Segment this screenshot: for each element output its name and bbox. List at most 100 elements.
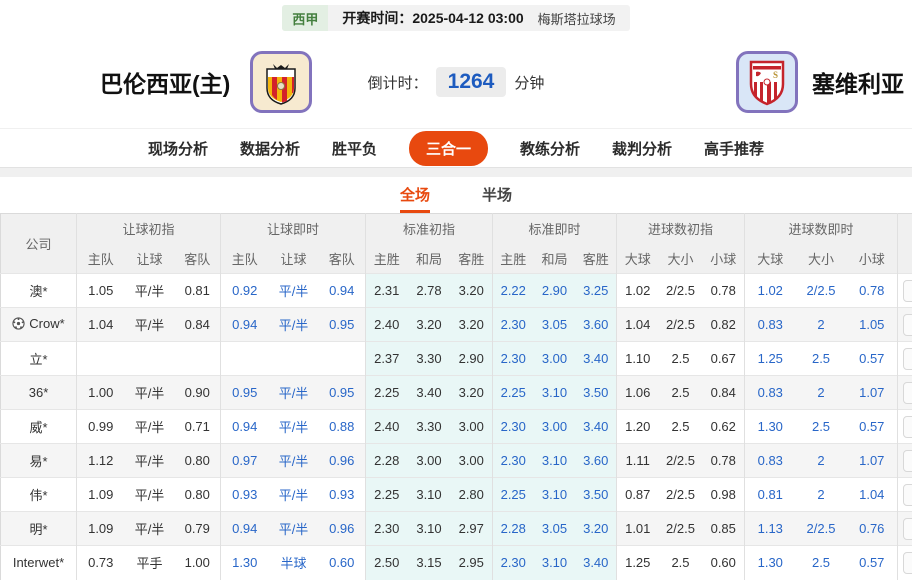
odds-cell-handicap_init: 1.05 — [76, 273, 125, 308]
odds-cell-handicap_init: 1.09 — [76, 511, 125, 546]
odds-cell-handicap_init: 平/半 — [124, 511, 175, 546]
odds-cell-goals_live: 0.78 — [846, 273, 898, 308]
subcol-away: 客队 — [174, 243, 221, 274]
odds-cell-std_init: 2.40 — [365, 409, 408, 444]
odds-cell-handicap_live: 0.60 — [318, 545, 366, 580]
odds-row: 威* 0.99 平/半 0.71 0.94 平/半 0.88 2.40 3.30 3.00 2.30… — [0, 409, 912, 444]
odds-cell-goals_live: 2/2.5 — [795, 273, 847, 308]
nav-three-in-one-active[interactable]: 三合一 — [408, 130, 488, 166]
odds-cell-goals_live: 0.81 — [744, 477, 796, 512]
odds-cell-handicap_live: 0.92 — [220, 273, 269, 308]
odds-cell-goals_init: 1.20 — [616, 409, 659, 444]
truncated-button[interactable] — [903, 415, 912, 438]
countdown-value: 1264 — [447, 70, 495, 93]
odds-cell-std_init: 3.30 — [407, 409, 451, 444]
soccer-ball-icon — [12, 317, 25, 333]
odds-cell-handicap_live: 1.30 — [220, 545, 269, 580]
odds-cell-handicap_live — [220, 341, 269, 376]
odds-row: 澳* 1.05 平/半 0.81 0.92 平/半 0.94 2.31 2.78 3.20 2.22… — [0, 273, 912, 308]
odds-cell-goals_live: 1.07 — [846, 443, 898, 478]
truncated-button[interactable] — [903, 517, 912, 540]
odds-cell-std_live: 2.28 — [492, 511, 534, 546]
odds-cell-goals_live: 1.30 — [744, 545, 796, 580]
odds-cell-std_live: 2.90 — [533, 273, 576, 308]
odds-cell-handicap_init: 0.99 — [76, 409, 125, 444]
odds-cell-goals_live: 0.57 — [846, 409, 898, 444]
odds-cell-std_init: 3.00 — [407, 443, 451, 478]
truncated-column-cell — [897, 477, 912, 512]
nav-expert-picks[interactable]: 高手推荐 — [704, 138, 764, 159]
odds-cell-handicap_init — [174, 341, 221, 376]
odds-cell-goals_init: 0.78 — [702, 273, 745, 308]
odds-row: Crow* 1.04 平/半 0.84 0.94 平/半 0.95 2.40 3.20 3.20 2… — [0, 307, 912, 342]
odds-cell-std_live: 2.22 — [492, 273, 534, 308]
truncated-button[interactable] — [903, 483, 912, 506]
countdown-value-box: 1264 — [435, 67, 507, 97]
bookmaker-name: 明* — [0, 511, 77, 546]
odds-cell-handicap_init: 0.79 — [174, 511, 221, 546]
odds-cell-std_init: 2.31 — [365, 273, 408, 308]
truncated-button[interactable] — [903, 381, 912, 404]
odds-cell-std_live: 2.30 — [492, 409, 534, 444]
odds-cell-std_init: 3.20 — [450, 273, 493, 308]
bookmaker-name: 伟* — [0, 477, 77, 512]
odds-cell-std_live: 3.50 — [575, 477, 617, 512]
nav-coach-analysis[interactable]: 教练分析 — [520, 138, 580, 159]
odds-cell-std_init: 3.00 — [450, 409, 493, 444]
bookmaker-name: 立* — [0, 341, 77, 376]
tab-full-match[interactable]: 全场 — [399, 184, 430, 213]
odds-cell-std_live: 2.30 — [492, 545, 534, 580]
odds-row: 36* 1.00 平/半 0.90 0.95 平/半 0.95 2.25 3.40 3.20 2.2… — [0, 375, 912, 410]
truncated-button[interactable] — [903, 551, 912, 574]
group-header-standard-live: 标准即时 — [492, 213, 617, 244]
nav-win-draw-lose[interactable]: 胜平负 — [332, 138, 377, 159]
odds-cell-handicap_init: 平/半 — [124, 375, 175, 410]
odds-cell-handicap_init: 1.00 — [174, 545, 221, 580]
odds-cell-std_init: 3.10 — [407, 477, 451, 512]
odds-cell-handicap_live: 平/半 — [268, 375, 319, 410]
subcol-over: 大球 — [744, 243, 796, 274]
odds-cell-std_live: 3.10 — [533, 375, 576, 410]
odds-row: 明* 1.09 平/半 0.79 0.94 平/半 0.96 2.30 3.10 2.97 2.28… — [0, 511, 912, 546]
odds-cell-goals_live: 2 — [795, 375, 847, 410]
odds-cell-handicap_live — [268, 341, 319, 376]
odds-cell-std_live: 3.05 — [533, 511, 576, 546]
odds-cell-std_init: 2.50 — [365, 545, 408, 580]
odds-cell-std_live: 3.40 — [575, 409, 617, 444]
odds-cell-handicap_init: 1.00 — [76, 375, 125, 410]
odds-cell-goals_init: 2/2.5 — [658, 511, 703, 546]
truncated-button[interactable] — [903, 347, 912, 370]
truncated-button[interactable] — [903, 313, 912, 336]
nav-referee-analysis[interactable]: 裁判分析 — [612, 138, 672, 159]
odds-cell-handicap_live: 半球 — [268, 545, 319, 580]
odds-cell-goals_init: 0.98 — [702, 477, 745, 512]
truncated-button[interactable] — [903, 449, 912, 472]
nav-data-analysis[interactable]: 数据分析 — [240, 138, 300, 159]
odds-cell-goals_live: 1.30 — [744, 409, 796, 444]
nav-live-analysis[interactable]: 现场分析 — [148, 138, 208, 159]
odds-cell-goals_live: 2 — [795, 477, 847, 512]
odds-cell-handicap_init: 0.71 — [174, 409, 221, 444]
table-group-header-row: 公司 让球初指 让球即时 标准初指 标准即时 进球数初指 进球数即时 — [0, 213, 912, 274]
truncated-button[interactable] — [903, 279, 912, 302]
bookmaker-name: Crow* — [0, 307, 77, 342]
tab-half-match[interactable]: 半场 — [482, 184, 512, 210]
odds-cell-goals_live: 0.83 — [744, 307, 796, 342]
odds-cell-std_init: 3.15 — [407, 545, 451, 580]
odds-cell-goals_live: 2.5 — [795, 545, 847, 580]
odds-cell-goals_init: 1.06 — [616, 375, 659, 410]
group-header-standard-initial: 标准初指 — [365, 213, 493, 244]
odds-cell-std_live: 3.60 — [575, 443, 617, 478]
odds-cell-std_live: 2.30 — [492, 341, 534, 376]
odds-table: 公司 让球初指 让球即时 标准初指 标准即时 进球数初指 进球数即时 主队 让球… — [0, 213, 912, 580]
odds-cell-std_live: 3.20 — [575, 511, 617, 546]
odds-cell-std_init: 2.30 — [365, 511, 408, 546]
odds-cell-std_live: 3.10 — [533, 477, 576, 512]
odds-cell-goals_live: 1.02 — [744, 273, 796, 308]
odds-cell-handicap_live: 0.94 — [220, 511, 269, 546]
odds-cell-std_init: 3.10 — [407, 511, 451, 546]
odds-cell-goals_live: 1.13 — [744, 511, 796, 546]
odds-cell-std_init: 2.25 — [365, 477, 408, 512]
league-badge: 西甲 — [282, 5, 329, 31]
odds-cell-std_init: 3.20 — [450, 307, 493, 342]
